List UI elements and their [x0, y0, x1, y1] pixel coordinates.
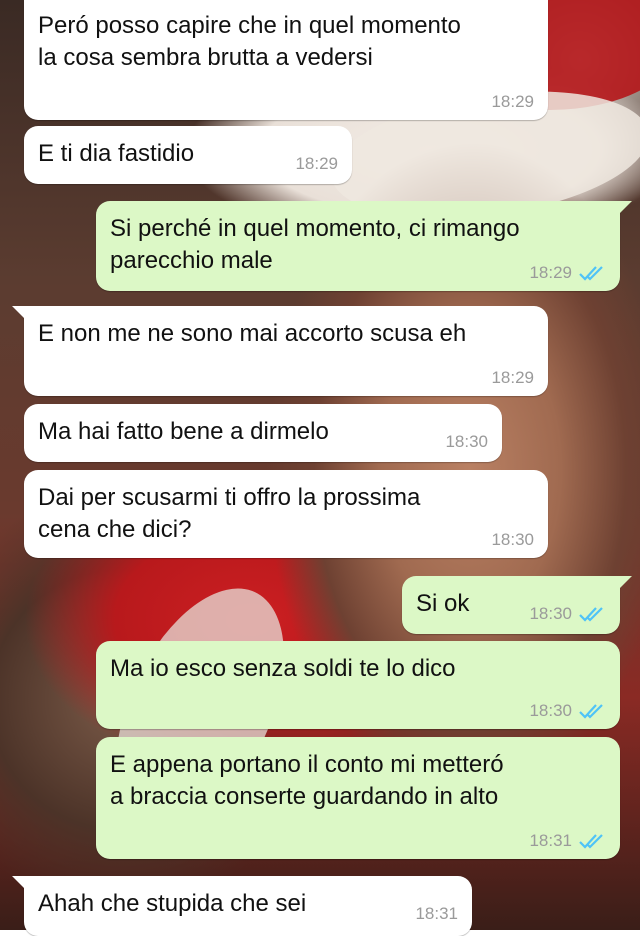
double-check-icon — [578, 702, 606, 720]
message-text: E ti dia fastidio — [38, 140, 195, 167]
message-bubble-incoming[interactable]: E non me ne sono mai accorto scusa eh 18… — [12, 306, 548, 396]
message-time: 18:30 — [445, 432, 488, 451]
message-time: 18:31 — [529, 831, 572, 850]
message-bubble-incoming[interactable]: E ti dia fastidio 18:29 — [24, 126, 352, 184]
message-text: Ma hai fatto bene a dirmelo — [38, 418, 329, 445]
message-bubble-outgoing[interactable]: E appena portano il conto mi metteró a b… — [96, 737, 620, 859]
message-bubble-outgoing[interactable]: Ma io esco senza soldi te lo dico 18:30 — [96, 641, 620, 729]
message-text: Peró posso capire che in quel momento la… — [38, 12, 461, 71]
message-time: 18:29 — [491, 92, 534, 111]
message-text: Dai per scusarmi ti offro la prossima ce… — [38, 484, 421, 543]
message-bubble-incoming[interactable]: Ma hai fatto bene a dirmelo 18:30 — [24, 404, 502, 462]
message-time: 18:30 — [491, 530, 534, 549]
message-time: 18:31 — [415, 904, 458, 923]
message-bubble-outgoing[interactable]: Si perché in quel momento, ci rimango pa… — [96, 201, 632, 291]
message-time: 18:30 — [529, 604, 572, 623]
message-time: 18:29 — [295, 154, 338, 173]
message-text: E non me ne sono mai accorto scusa eh — [38, 320, 467, 347]
message-text: E appena portano il conto mi metteró a b… — [110, 751, 504, 810]
message-text: Ahah che stupida che sei — [38, 890, 307, 917]
double-check-icon — [578, 832, 606, 850]
message-text: Ma io esco senza soldi te lo dico — [110, 655, 456, 682]
message-bubble-incoming[interactable]: Dai per scusarmi ti offro la prossima ce… — [24, 470, 548, 558]
double-check-icon — [578, 264, 606, 282]
message-time: 18:29 — [529, 263, 572, 282]
message-bubble-incoming[interactable]: Peró posso capire che in quel momento la… — [24, 0, 548, 120]
message-time: 18:30 — [529, 701, 572, 720]
message-bubble-incoming[interactable]: Ahah che stupida che sei 18:31 — [12, 876, 472, 936]
double-check-icon — [578, 605, 606, 623]
message-list[interactable]: Peró posso capire che in quel momento la… — [0, 0, 640, 936]
message-bubble-outgoing[interactable]: Si ok 18:30 — [402, 576, 632, 634]
message-time: 18:29 — [491, 368, 534, 387]
